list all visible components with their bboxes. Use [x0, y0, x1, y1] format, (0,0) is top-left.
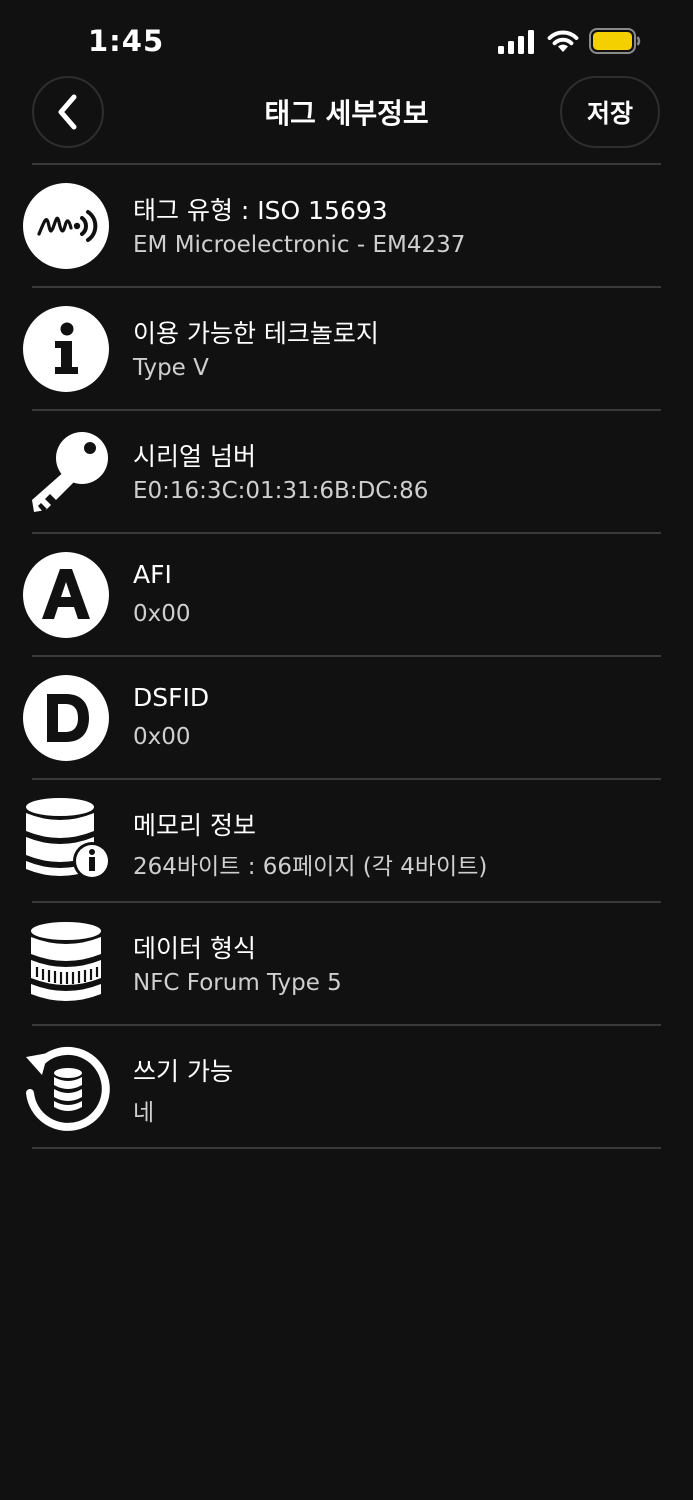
- status-bar: 1:45: [0, 0, 693, 80]
- row-title: 이용 가능한 테크놀로지: [133, 319, 379, 348]
- row-title: 시리얼 넘버: [133, 442, 256, 471]
- row-title: AFI: [133, 560, 172, 589]
- status-time: 1:45: [88, 24, 165, 58]
- divider: [32, 1147, 661, 1149]
- row-title: DSFID: [133, 683, 210, 712]
- row-value: 네: [133, 1100, 155, 1126]
- list-item-writable: 쓰기 가능 네: [0, 1026, 693, 1147]
- row-title: 태그 유형 : ISO 15693: [133, 196, 388, 225]
- row-value: NFC Forum Type 5: [133, 970, 342, 996]
- row-title: 메모리 정보: [133, 811, 256, 840]
- list-item-technology: 이용 가능한 테크놀로지 Type V: [0, 288, 693, 409]
- database-info-icon: [22, 797, 110, 885]
- row-value: EM Microelectronic - EM4237: [133, 232, 466, 258]
- nfc-wave-icon: [22, 182, 110, 270]
- row-value: 0x00: [133, 724, 191, 750]
- row-value: 0x00: [133, 601, 191, 627]
- navigation-bar: 태그 세부정보 저장: [0, 76, 693, 148]
- list-item-afi: AFI 0x00: [0, 534, 693, 655]
- row-title: 쓰기 가능: [133, 1057, 233, 1086]
- list-item-data-format: 데이터 형식 NFC Forum Type 5: [0, 903, 693, 1024]
- database-rewrite-icon: [22, 1043, 110, 1131]
- tag-info-list: 태그 유형 : ISO 15693 EM Microelectronic - E…: [0, 163, 693, 1149]
- key-icon: [22, 428, 110, 516]
- save-button[interactable]: 저장: [560, 76, 660, 148]
- row-value: 264바이트 : 66페이지 (각 4바이트): [133, 854, 488, 880]
- tag-details-screen: 1:45 태그 세부정보 저장 태그 유형: ISO 15693 EM Mic…: [0, 0, 693, 1500]
- database-barcode-icon: [22, 920, 110, 1008]
- row-value: Type V: [133, 355, 209, 381]
- row-title: 데이터 형식: [133, 934, 256, 963]
- list-item-memory-info: 메모리 정보 264바이트 : 66페이지 (각 4바이트): [0, 780, 693, 901]
- info-icon: [22, 305, 110, 393]
- letter-d-icon: [22, 674, 110, 762]
- list-item-serial-number: 시리얼 넘버 E0:16:3C:01:31:6B:DC:86: [0, 411, 693, 532]
- list-item-tag-type: 태그 유형 : ISO 15693 EM Microelectronic - E…: [0, 165, 693, 286]
- battery-icon: [589, 28, 641, 54]
- row-value: E0:16:3C:01:31:6B:DC:86: [133, 478, 429, 504]
- list-item-dsfid: DSFID 0x00: [0, 657, 693, 778]
- letter-a-icon: [22, 551, 110, 639]
- cellular-signal-icon: [498, 30, 534, 54]
- wifi-icon: [547, 30, 579, 52]
